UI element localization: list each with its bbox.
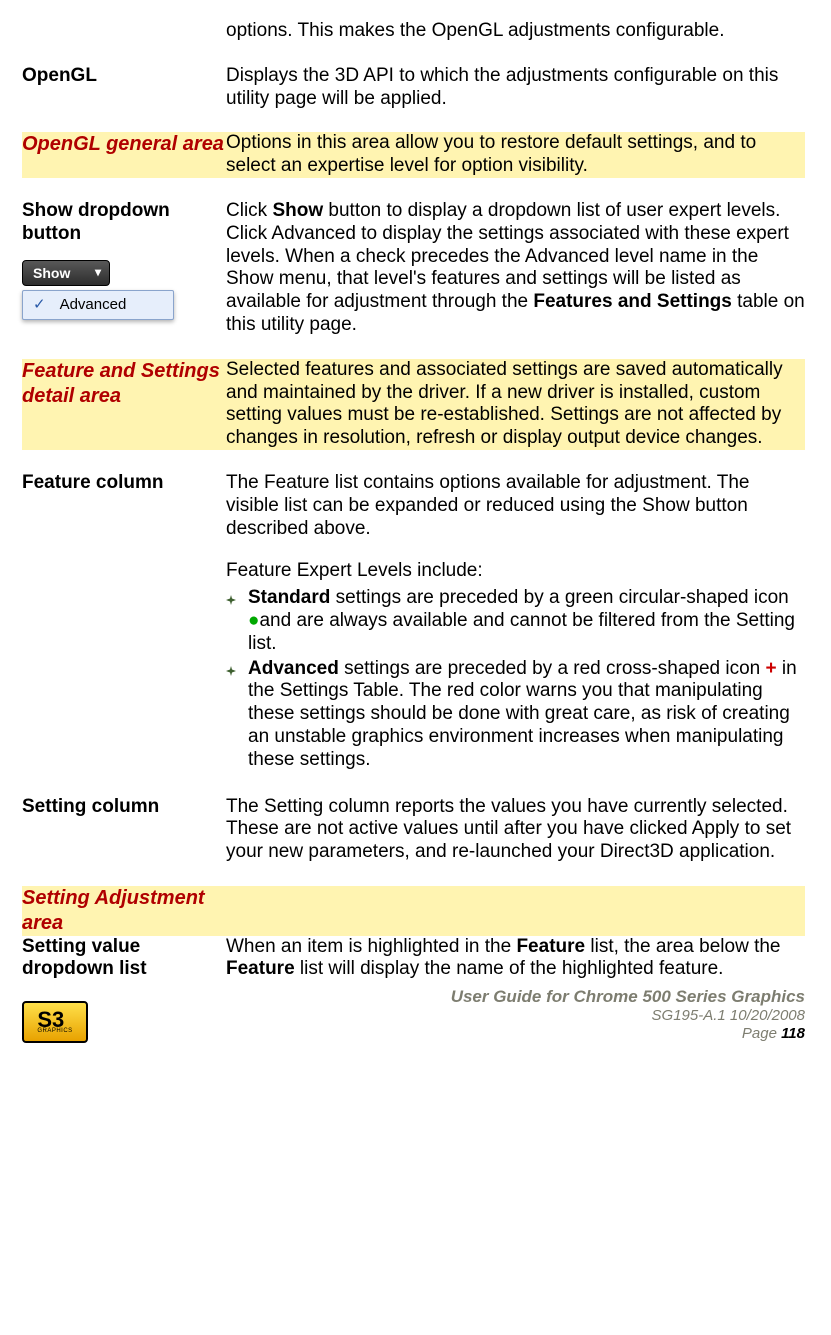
- s3-logo: S3 GRAPHICS: [22, 1001, 88, 1043]
- show-button-graphic: Show: [22, 260, 110, 286]
- feature-column-label: Feature column: [22, 472, 163, 493]
- red-cross-icon: +: [766, 658, 777, 679]
- opengl-text: Displays the 3D API to which the adjustm…: [226, 65, 778, 109]
- adjustment-area-label: Setting Adjustment area: [22, 887, 205, 934]
- intro-text: options. This makes the OpenGL adjustmen…: [226, 20, 725, 41]
- page-label: Page: [742, 1025, 781, 1042]
- check-icon: ✓: [33, 296, 46, 314]
- dropdown-list-text: When an item is highlighted in the Featu…: [226, 936, 780, 980]
- list-item: Standard settings are preceded by a gree…: [226, 587, 805, 655]
- page-number: 118: [781, 1025, 805, 1042]
- dropdown-list-label: Setting value dropdown list: [22, 936, 147, 980]
- bullet-text: Advanced settings are preceded by a red …: [248, 658, 805, 772]
- t: list will display the name of the highli…: [295, 958, 724, 979]
- bullet-text: Standard settings are preceded by a gree…: [248, 587, 805, 655]
- list-item: Advanced settings are preceded by a red …: [226, 658, 805, 772]
- t: Click: [226, 200, 272, 221]
- footer-page: Page 118: [96, 1025, 805, 1043]
- setting-column-label: Setting column: [22, 796, 159, 817]
- green-dot-icon: ●: [248, 610, 259, 631]
- t-bold: Feature: [516, 936, 585, 957]
- t: list, the area below the: [585, 936, 780, 957]
- t-bold: Advanced: [248, 658, 339, 679]
- feature-column-p2: Feature Expert Levels include:: [226, 560, 805, 583]
- detail-area-label: Feature and Settings detail area: [22, 360, 220, 407]
- detail-area-text: Selected features and associated setting…: [226, 359, 783, 448]
- show-dropdown-label: Show dropdown button: [22, 200, 226, 246]
- t: settings are preceded by a green circula…: [330, 587, 788, 608]
- t-bold: Show: [272, 200, 323, 221]
- t-bold: Feature: [226, 958, 295, 979]
- t: and are always available and cannot be f…: [248, 610, 795, 654]
- opengl-label: OpenGL: [22, 65, 97, 86]
- general-area-label: OpenGL general area: [22, 133, 224, 155]
- t: settings are preceded by a red cross-sha…: [339, 658, 766, 679]
- show-dropdown-figure: Show ✓ Advanced: [22, 260, 226, 320]
- show-button-text: Show: [33, 265, 70, 281]
- t-bold: Features and Settings: [533, 291, 732, 312]
- feature-column-p1: The Feature list contains options availa…: [226, 472, 805, 540]
- showbtn-text: Click Show button to display a dropdown …: [226, 200, 805, 335]
- t-bold: Standard: [248, 587, 330, 608]
- bullet-icon: [226, 589, 248, 612]
- footer-title: User Guide for Chrome 500 Series Graphic…: [96, 987, 805, 1007]
- setting-column-text: The Setting column reports the values yo…: [226, 796, 791, 863]
- bullet-icon: [226, 660, 248, 683]
- logo-sub: GRAPHICS: [37, 1029, 72, 1034]
- advanced-menu-item: Advanced: [60, 296, 127, 314]
- t: When an item is highlighted in the: [226, 936, 516, 957]
- show-button-menu: ✓ Advanced: [22, 290, 174, 320]
- general-area-text: Options in this area allow you to restor…: [226, 132, 756, 176]
- footer-meta: SG195-A.1 10/20/2008: [96, 1007, 805, 1025]
